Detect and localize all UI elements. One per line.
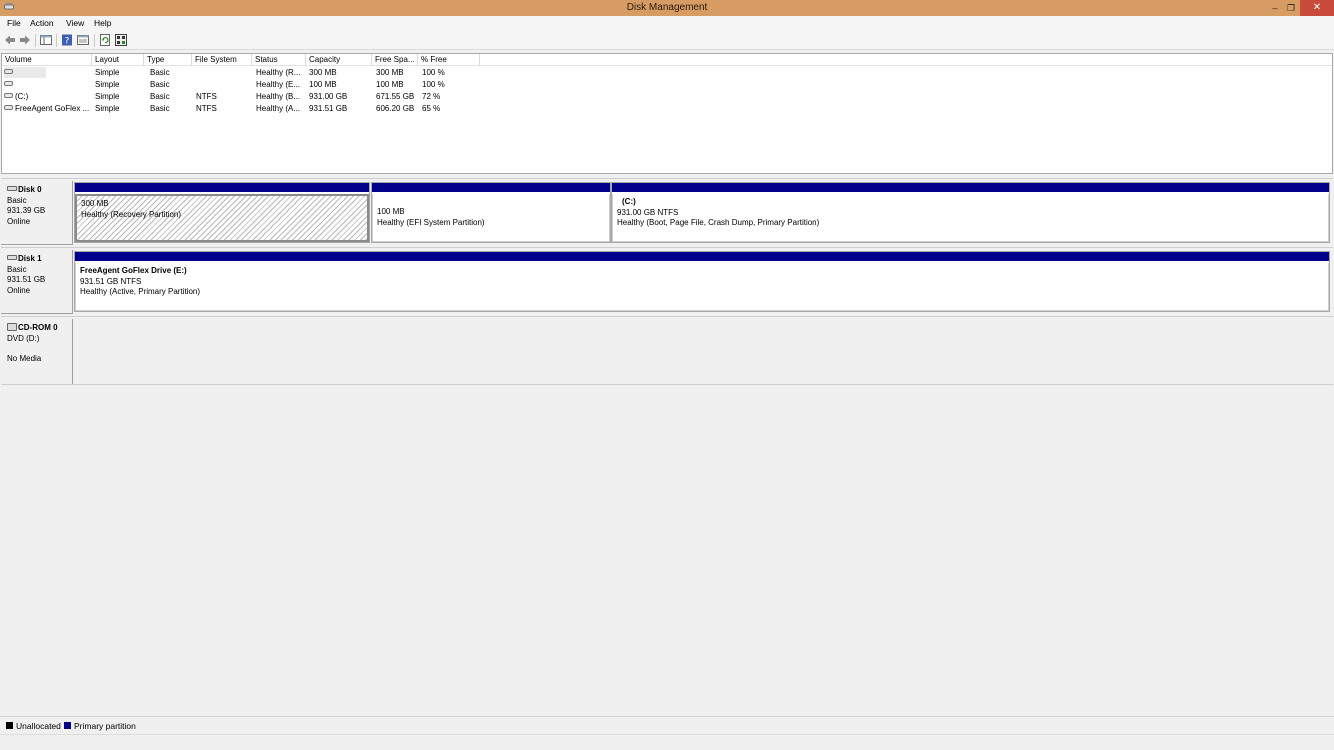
- col-status[interactable]: Status: [252, 54, 306, 66]
- volume-drive-icon: [4, 81, 13, 87]
- legend-unallocated-swatch: [6, 722, 13, 729]
- restore-button[interactable]: ❐: [1281, 0, 1301, 16]
- volume-list[interactable]: Volume Layout Type File System Status Ca…: [1, 53, 1333, 174]
- legend: Unallocated Primary partition: [0, 716, 1334, 734]
- disk-label-disk-1[interactable]: Disk 1 Basic 931.51 GB Online: [1, 250, 73, 314]
- window-title: Disk Management: [626, 2, 708, 13]
- console-tree-icon[interactable]: [40, 34, 52, 46]
- refresh-icon[interactable]: [99, 34, 111, 46]
- volume-drive-icon: [4, 69, 13, 75]
- menu-action[interactable]: Action: [30, 18, 54, 28]
- menu-help[interactable]: Help: [94, 18, 111, 28]
- disk-layout-pane: Disk 0 Basic 931.39 GB Online 300 MB Hea…: [1, 178, 1333, 716]
- volume-row[interactable]: FreeAgent GoFlex ... Simple Basic NTFS H…: [2, 103, 1332, 114]
- title-bar: Disk Management – ❐ ✕: [0, 0, 1334, 16]
- disk-icon: [7, 255, 17, 261]
- help-icon[interactable]: ?: [61, 34, 73, 46]
- col-type[interactable]: Type: [144, 54, 192, 66]
- col-file-system[interactable]: File System: [192, 54, 252, 66]
- properties-icon[interactable]: [77, 34, 89, 46]
- volume-row[interactable]: Simple Basic Healthy (E... 100 MB 100 MB…: [2, 79, 1332, 90]
- partition-freeagent-e[interactable]: FreeAgent GoFlex Drive (E:) 931.51 GB NT…: [74, 251, 1330, 312]
- legend-unallocated: Unallocated: [16, 721, 61, 731]
- menu-file[interactable]: File: [7, 18, 21, 28]
- back-arrow-icon[interactable]: [4, 34, 16, 46]
- disk-row-cdrom-0: CD-ROM 0 DVD (D:) No Media: [1, 319, 1333, 385]
- legend-primary-partition: Primary partition: [74, 721, 136, 731]
- forward-arrow-icon[interactable]: [19, 34, 31, 46]
- partition-recovery[interactable]: 300 MB Healthy (Recovery Partition): [74, 182, 370, 243]
- volume-drive-icon: [4, 93, 13, 99]
- volume-drive-icon: [4, 105, 13, 111]
- partition-c-drive[interactable]: (C:) 931.00 GB NTFS Healthy (Boot, Page …: [611, 182, 1330, 243]
- partition-efi-system[interactable]: 100 MB Healthy (EFI System Partition): [371, 182, 611, 243]
- disk-row-disk-1: Disk 1 Basic 931.51 GB Online FreeAgent …: [1, 250, 1333, 316]
- close-button[interactable]: ✕: [1300, 0, 1334, 16]
- disk-icon: [7, 186, 17, 192]
- volume-list-header: Volume Layout Type File System Status Ca…: [2, 54, 1332, 66]
- col-free-space[interactable]: Free Spa...: [372, 54, 418, 66]
- col-volume[interactable]: Volume: [2, 54, 92, 66]
- disk-row-disk-0: Disk 0 Basic 931.39 GB Online 300 MB Hea…: [1, 181, 1333, 247]
- disk-label-disk-0[interactable]: Disk 0 Basic 931.39 GB Online: [1, 181, 73, 245]
- volume-row[interactable]: Simple Basic Healthy (R... 300 MB 300 MB…: [2, 67, 1332, 78]
- legend-primary-swatch: [64, 722, 71, 729]
- rescan-disks-icon[interactable]: [115, 34, 127, 46]
- menu-bar: File Action View Help: [0, 16, 1334, 31]
- cdrom-icon: [7, 322, 17, 331]
- col-capacity[interactable]: Capacity: [306, 54, 372, 66]
- toolbar: ?: [0, 31, 1334, 50]
- status-bar: [0, 734, 1334, 750]
- col-percent-free[interactable]: % Free: [418, 54, 480, 66]
- col-layout[interactable]: Layout: [92, 54, 144, 66]
- svg-text:?: ?: [65, 37, 70, 47]
- volume-row[interactable]: (C:) Simple Basic NTFS Healthy (B... 931…: [2, 91, 1332, 102]
- disk-label-cdrom-0[interactable]: CD-ROM 0 DVD (D:) No Media: [1, 319, 73, 385]
- menu-view[interactable]: View: [66, 18, 84, 28]
